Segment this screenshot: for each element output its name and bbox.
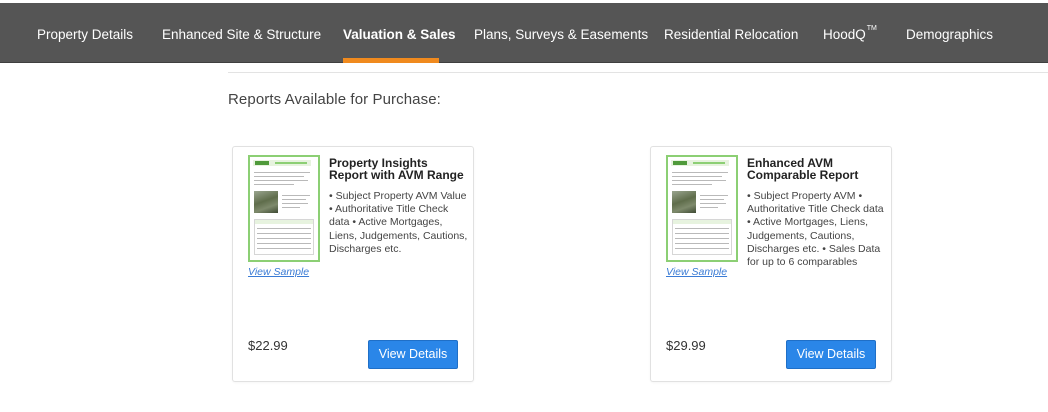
nav-tab-property-details[interactable]: Property Details [37,3,133,62]
content-divider [228,72,1048,73]
thumbnail-logo [671,160,729,166]
section-title: Reports Available for Purchase: [228,91,441,108]
report-description: • Subject Property AVM Value • Authorita… [329,190,468,255]
report-title: Enhanced AVM Comparable Report [747,156,859,182]
report-price: $22.99 [248,338,288,353]
nav-tab-valuation-sales[interactable]: Valuation & Sales [343,3,456,62]
report-price: $29.99 [666,338,706,353]
thumbnail-table [672,219,732,255]
report-sample-thumbnail[interactable] [666,155,738,262]
nav-tab-residential-relocation[interactable]: Residential Relocation [664,3,798,62]
report-title: Property Insights Report with AVM Range [329,156,464,182]
nav-tab-demographics[interactable]: Demographics [906,3,993,62]
view-details-button[interactable]: View Details [368,340,458,369]
report-sample-thumbnail[interactable] [248,155,320,262]
trademark-mark: TM [866,25,877,32]
top-navigation-bar: Property Details Enhanced Site & Structu… [0,3,1048,63]
nav-tab-enhanced-site-structure[interactable]: Enhanced Site & Structure [162,3,321,62]
nav-tab-plans-surveys-easements[interactable]: Plans, Surveys & Easements [474,3,648,62]
nav-tab-hoodq-label: HoodQ [823,27,866,42]
active-tab-indicator [343,58,439,63]
view-sample-link[interactable]: View Sample [666,266,727,278]
thumbnail-table [254,219,314,255]
view-details-button[interactable]: View Details [786,340,876,369]
report-description: • Subject Property AVM • Authoritative T… [747,190,884,269]
thumbnail-house-photo [254,191,278,213]
view-sample-link[interactable]: View Sample [248,266,309,278]
thumbnail-logo [253,160,311,166]
thumbnail-house-photo [672,191,696,213]
report-card: Enhanced AVM Comparable Report • Subject… [650,146,892,382]
nav-tab-hoodq[interactable]: HoodQTM [823,3,877,62]
report-card: Property Insights Report with AVM Range … [232,146,474,382]
